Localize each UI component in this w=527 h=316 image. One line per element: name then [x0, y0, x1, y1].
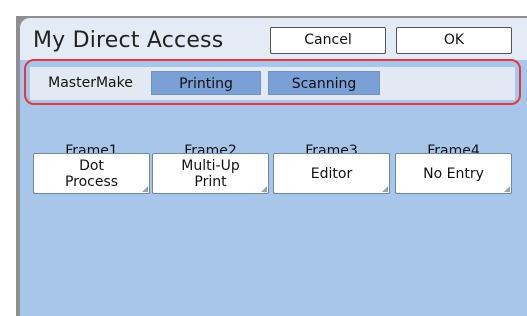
frame4-button[interactable]: No Entry	[395, 153, 512, 194]
frame3-entry: Editor	[310, 165, 353, 182]
frame1-button[interactable]: Dot Process	[33, 153, 150, 194]
cancel-button[interactable]: Cancel	[270, 27, 386, 54]
tab-scanning[interactable]: Scanning	[268, 71, 380, 95]
corner-marker-icon	[504, 186, 510, 192]
corner-marker-icon	[382, 186, 388, 192]
frame1-entry: Dot Process	[64, 157, 119, 190]
corner-marker-icon	[261, 186, 267, 192]
frame4-entry: No Entry	[423, 165, 484, 182]
page-title: My Direct Access	[33, 28, 224, 53]
frame3-button[interactable]: Editor	[273, 153, 390, 194]
ok-button[interactable]: OK	[396, 27, 512, 54]
frame2-button[interactable]: Multi-Up Print	[152, 153, 269, 194]
tab-printing[interactable]: Printing	[151, 71, 261, 95]
frame2-entry: Multi-Up Print	[181, 157, 240, 190]
tab-mastermake[interactable]: MasterMake	[36, 71, 145, 95]
corner-marker-icon	[142, 186, 148, 192]
